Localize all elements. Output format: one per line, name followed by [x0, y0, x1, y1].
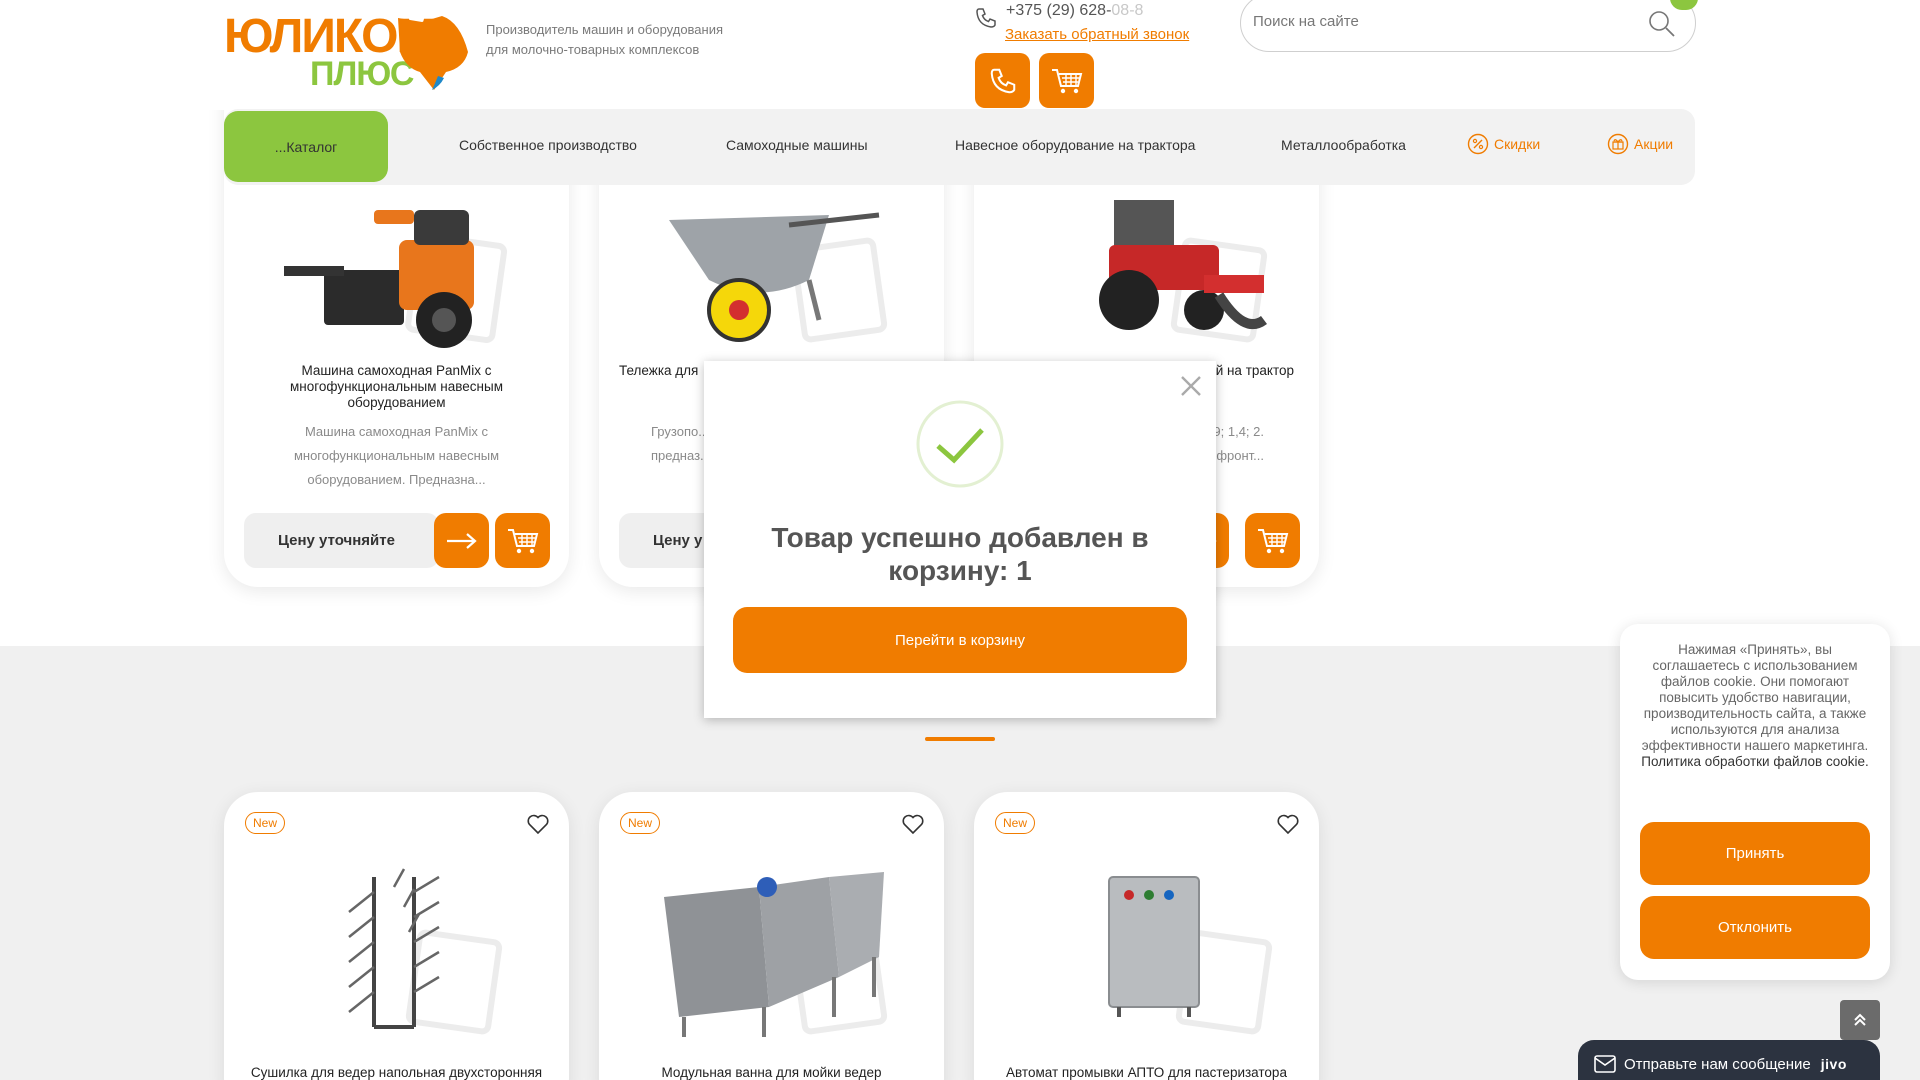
chat-brand-logo: jivo: [1820, 1056, 1847, 1072]
product-card[interactable]: New Автомат промывки АПТО для пастеризат…: [974, 792, 1319, 1080]
cart-icon: [1051, 68, 1082, 93]
nav-item-discounts[interactable]: Скидки: [1467, 133, 1540, 155]
site-logo[interactable]: ЮЛИКОМ ПЛЮС: [224, 12, 468, 92]
dialog-title: Товар успешно добавлен в корзину: 1: [771, 522, 1149, 586]
scroll-to-top-button[interactable]: [1840, 1000, 1880, 1040]
nav-item-self-propelled[interactable]: Самоходные машины: [726, 137, 868, 153]
nav-item-own-production[interactable]: Собственное производство: [459, 137, 637, 153]
search-box: [1240, 0, 1696, 52]
add-to-cart-button[interactable]: [495, 513, 550, 568]
page: Машина самоходная PanMix с многофункцион…: [0, 0, 1920, 1080]
search-icon[interactable]: [1647, 9, 1677, 39]
cart-icon: [507, 528, 538, 553]
close-icon[interactable]: [1178, 373, 1204, 399]
cookie-message: Нажимая «Принять», вы соглашаетесь с исп…: [1641, 642, 1869, 753]
arrow-right-icon: [446, 532, 477, 549]
heart-icon[interactable]: [1276, 812, 1300, 836]
heart-icon[interactable]: [901, 812, 925, 836]
checkmark-icon: [916, 400, 1004, 488]
product-image: [1099, 200, 1268, 343]
product-title[interactable]: Машина самоходная PanMix с многофункцион…: [244, 363, 549, 411]
chevron-double-up-icon: [1854, 1013, 1866, 1026]
cookie-consent-panel: Нажимая «Принять», вы соглашаетесь с исп…: [1620, 624, 1890, 980]
product-card[interactable]: New Модульная ванна для мойки ведер: [599, 792, 944, 1080]
heart-icon[interactable]: [526, 812, 550, 836]
product-image: [348, 868, 503, 1035]
product-title[interactable]: Сушилка для ведер напольная двухстороння…: [244, 1065, 549, 1080]
phone-number-hidden: 08-8: [1111, 2, 1144, 19]
nav-item-promotions-label: Акции: [1634, 136, 1674, 152]
site-header: ЮЛИКОМ ПЛЮС Производитель машин и оборуд…: [0, 0, 1920, 110]
section-divider: [925, 737, 995, 741]
price-button[interactable]: Цену уточняйте: [244, 513, 439, 568]
accept-cookies-button[interactable]: Принять: [1640, 822, 1870, 885]
nav-item-discounts-label: Скидки: [1494, 136, 1541, 152]
cookie-policy-link[interactable]: Политика обработки файлов cookie.: [1641, 754, 1869, 769]
cookie-text: Нажимая «Принять», вы соглашаетесь с исп…: [1640, 642, 1870, 770]
product-description: Машина самоходная PanMix с многофункцион…: [293, 424, 500, 487]
product-card[interactable]: New Сушилка для ведер напольная двухстор…: [224, 792, 569, 1080]
phone-icon: [990, 68, 1015, 93]
mail-icon: [1594, 1055, 1616, 1073]
site-tagline: Производитель машин и оборудования для м…: [486, 22, 724, 57]
nav-item-metalworking[interactable]: Металлообработка: [1281, 137, 1406, 153]
new-badge: New: [620, 812, 661, 834]
cow-head-icon: [398, 16, 468, 90]
search-input[interactable]: [1253, 13, 1633, 30]
product-image: [1108, 876, 1273, 1035]
decline-cookies-button[interactable]: Отклонить: [1640, 896, 1870, 959]
new-badge: New: [245, 812, 286, 834]
gift-icon: [1607, 133, 1629, 155]
product-title[interactable]: Модульная ванна для мойки ведер: [619, 1065, 924, 1080]
phone-number-main: +375 (29) 628-: [1006, 2, 1112, 19]
nav-item-tractor-attachments[interactable]: Навесное оборудование на трактора: [955, 137, 1195, 153]
header-cart-button[interactable]: [1039, 53, 1094, 108]
cart-icon: [1257, 528, 1288, 553]
percent-icon: [1467, 133, 1489, 155]
phone-icon: [976, 8, 996, 28]
chat-label: Отправьте нам сообщение: [1624, 1055, 1811, 1073]
chat-widget[interactable]: Отправьте нам сообщение jivo: [1578, 1040, 1880, 1080]
new-badge: New: [995, 812, 1036, 834]
phone-number[interactable]: +375 (29) 628-08-8: [1006, 2, 1143, 20]
catalog-button[interactable]: ...Каталог: [224, 111, 388, 182]
product-image: [664, 872, 888, 1037]
details-button[interactable]: [434, 513, 489, 568]
nav-item-promotions[interactable]: Акции: [1607, 133, 1673, 155]
product-image: [284, 210, 508, 348]
call-button[interactable]: [975, 53, 1030, 108]
added-to-cart-dialog: Товар успешно добавлен в корзину: 1 Пере…: [704, 361, 1216, 718]
add-to-cart-button[interactable]: [1245, 513, 1300, 568]
main-nav: ...Каталог Собственное производство Само…: [224, 109, 1695, 185]
go-to-cart-button[interactable]: Перейти в корзину: [733, 607, 1187, 673]
product-title[interactable]: Автомат промывки АПТО для пастеризатора: [994, 1065, 1299, 1080]
callback-link[interactable]: Заказать обратный звонок: [1005, 26, 1189, 43]
product-image: [669, 212, 888, 343]
